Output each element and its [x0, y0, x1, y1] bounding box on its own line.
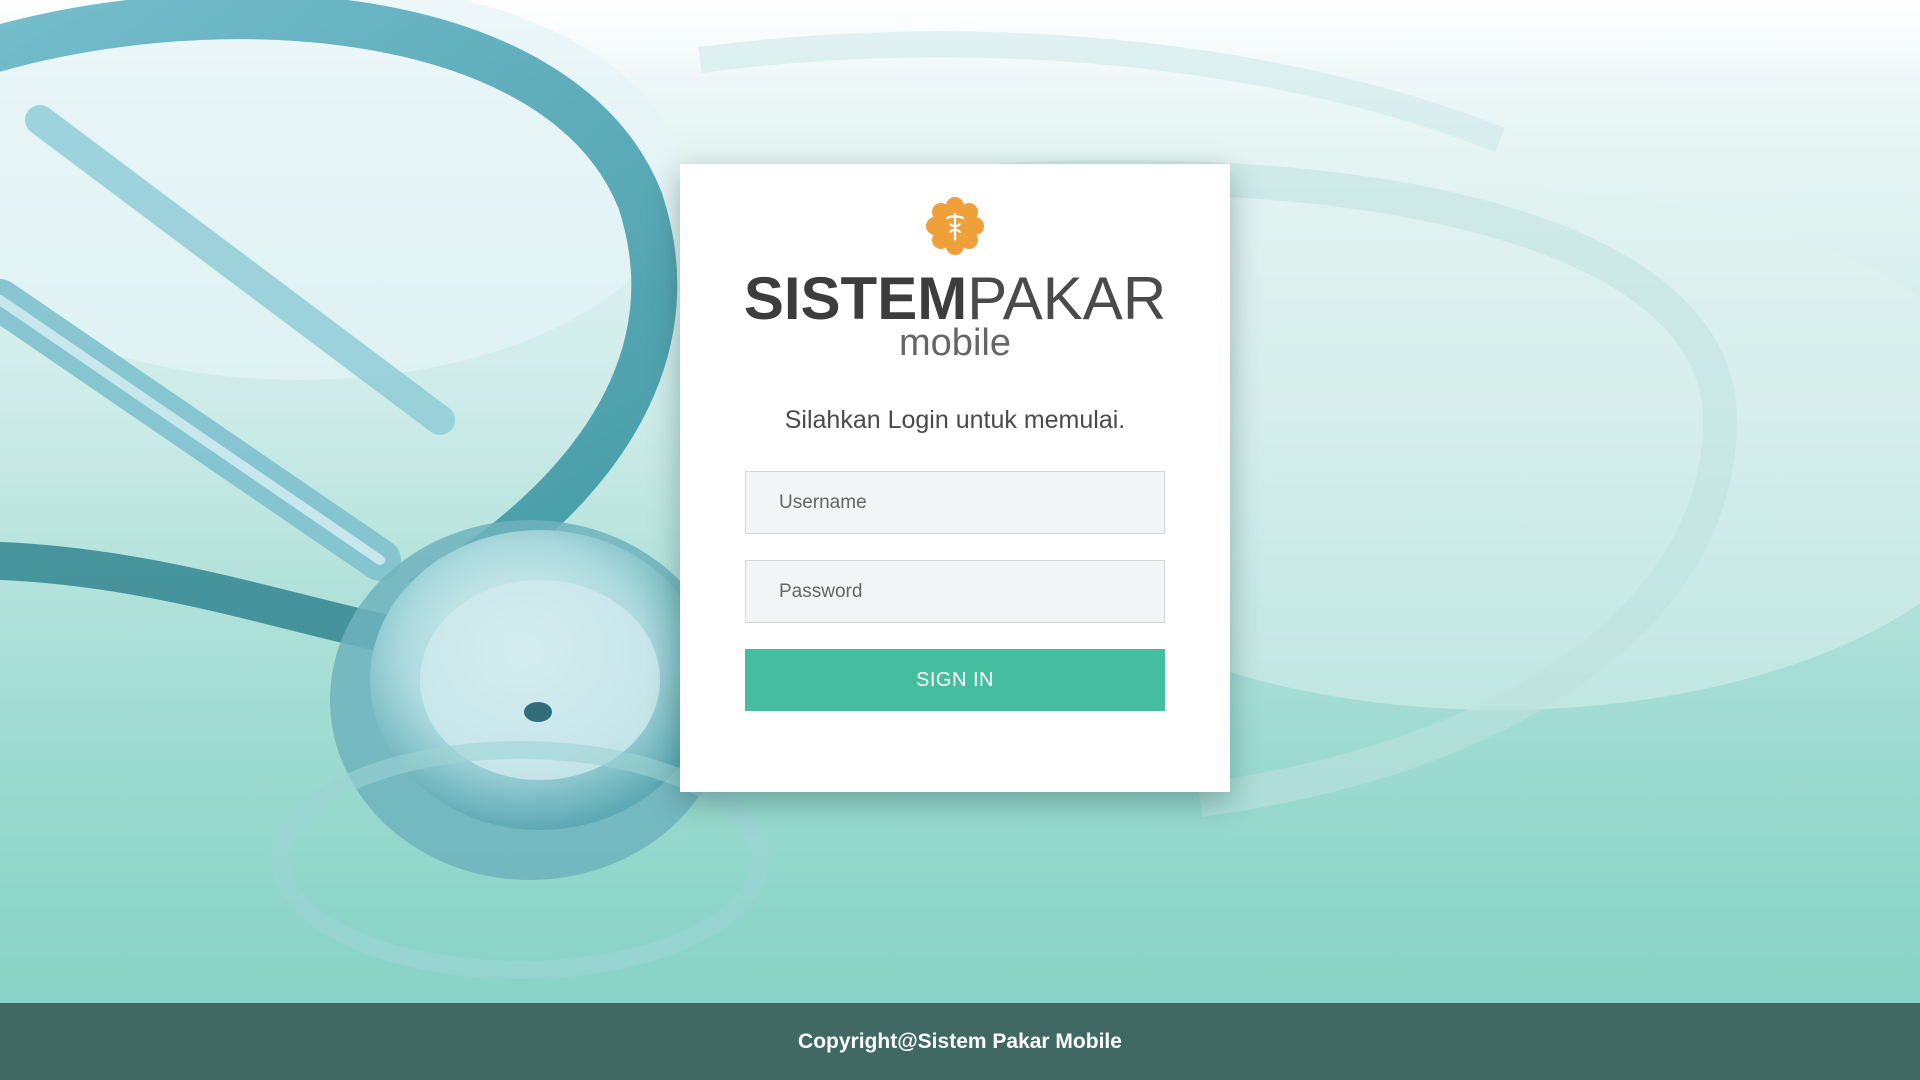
brand-subtitle: mobile — [899, 322, 1011, 364]
sign-in-button[interactable]: SIGN IN — [745, 649, 1165, 711]
password-input[interactable] — [745, 560, 1165, 623]
login-card: SISTEMPAKAR mobile Silahkan Login untuk … — [680, 164, 1230, 792]
username-input[interactable] — [745, 471, 1165, 534]
login-prompt: Silahkan Login untuk memulai. — [784, 406, 1126, 434]
footer-copyright: Copyright@Sistem Pakar Mobile — [798, 1029, 1122, 1053]
medical-flower-icon — [926, 197, 984, 255]
footer: Copyright@Sistem Pakar Mobile — [0, 1003, 1920, 1080]
login-page: SISTEMPAKAR mobile Silahkan Login untuk … — [0, 0, 1920, 1080]
